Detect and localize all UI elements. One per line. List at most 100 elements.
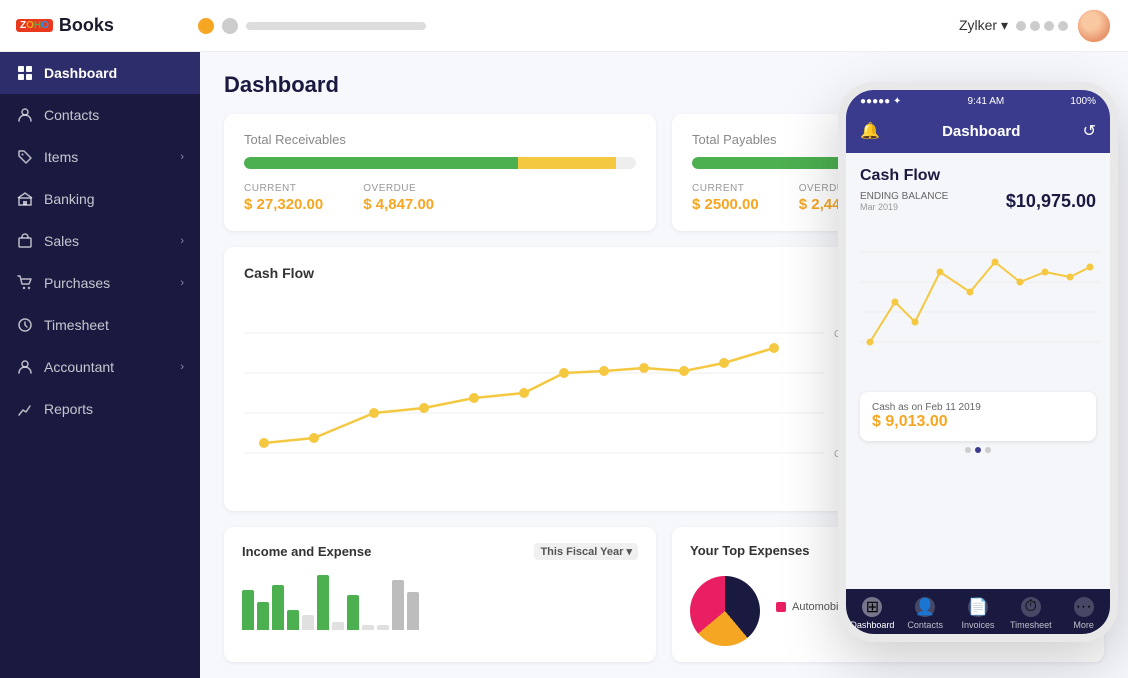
mobile-signal: ●●●●● ✦ <box>860 96 901 107</box>
mobile-pagination-dots <box>860 441 1096 459</box>
receivables-current-label: CURRENT <box>244 183 323 194</box>
logo-books: Books <box>59 15 114 36</box>
grid-icon <box>16 64 34 82</box>
user-dots <box>1016 21 1068 31</box>
mobile-bell-icon: 🔔 <box>860 121 880 141</box>
mobile-section-title: Cash Flow <box>860 167 1096 185</box>
sidebar-item-reports[interactable]: Reports <box>0 388 200 430</box>
user-name[interactable]: Zylker ▾ <box>959 17 1008 34</box>
dot-1 <box>965 447 971 453</box>
mobile-status-bar: ●●●●● ✦ 9:41 AM 100% <box>846 90 1110 113</box>
items-arrow: › <box>180 151 184 163</box>
clock-icon <box>16 316 34 334</box>
sidebar: Dashboard Contacts Items › <box>0 52 200 678</box>
mobile-chart <box>860 222 1096 382</box>
person-icon <box>16 106 34 124</box>
sidebar-item-dashboard[interactable]: Dashboard <box>0 52 200 94</box>
top-expenses-label: Your Top Expenses <box>690 543 809 558</box>
dot2 <box>1030 21 1040 31</box>
chart-icon <box>16 400 34 418</box>
sidebar-item-contacts[interactable]: Contacts <box>0 94 200 136</box>
bar-7 <box>332 622 344 630</box>
payables-current: CURRENT $ 2500.00 <box>692 183 759 213</box>
mobile-nav-dashboard[interactable]: ⊞ Dashboard <box>846 597 899 630</box>
receivables-green-bar <box>244 157 518 169</box>
logo: Z O H O Books <box>16 15 186 36</box>
sidebar-item-timesheet[interactable]: Timesheet <box>0 304 200 346</box>
sidebar-label-purchases: Purchases <box>44 275 110 291</box>
mobile-ending-value: $10,975.00 <box>1006 191 1096 212</box>
receivables-overdue-label: OVERDUE <box>363 183 434 194</box>
topbar-right: Zylker ▾ <box>959 8 1112 44</box>
sidebar-label-sales: Sales <box>44 233 79 249</box>
mobile-nav-timesheet[interactable]: ⏱ Timesheet <box>1004 597 1057 630</box>
payables-current-value: $ 2500.00 <box>692 196 759 213</box>
receivables-title: Total Receivables <box>244 132 636 147</box>
dot3 <box>1044 21 1054 31</box>
loader-dot-yellow <box>198 18 214 34</box>
loader-bar <box>246 22 426 30</box>
sidebar-item-banking[interactable]: Banking <box>0 178 200 220</box>
receivables-progress <box>244 157 636 169</box>
main-layout: Dashboard Contacts Items › <box>0 52 1128 678</box>
logo-o2: O <box>41 20 49 31</box>
bar-4 <box>287 610 299 630</box>
mobile-nav-dashboard-label: Dashboard <box>850 620 894 630</box>
mobile-time: 9:41 AM <box>968 96 1005 107</box>
receivables-current-value: $ 27,320.00 <box>244 196 323 213</box>
bank-icon <box>16 190 34 208</box>
logo-o1: O <box>26 20 34 31</box>
sidebar-label-reports: Reports <box>44 401 93 417</box>
topbar: Z O H O Books Zylker ▾ <box>0 0 1128 52</box>
mobile-nav-more[interactable]: ··· More <box>1057 597 1110 630</box>
mobile-nav-contacts[interactable]: 👤 Contacts <box>899 597 952 630</box>
mobile-overlay: ●●●●● ✦ 9:41 AM 100% 🔔 Dashboard ↺ Cash … <box>838 82 1118 642</box>
fiscal-filter[interactable]: This Fiscal Year ▾ <box>534 543 638 560</box>
mobile-nav-more-icon: ··· <box>1074 597 1094 617</box>
bar-11 <box>392 580 404 630</box>
mobile-ending-sub: Mar 2019 <box>860 202 948 212</box>
sidebar-label-accountant: Accountant <box>44 359 114 375</box>
mobile-nav-contacts-icon: 👤 <box>915 597 935 617</box>
legend-color-auto <box>776 602 786 612</box>
mobile-nav: ⊞ Dashboard 👤 Contacts 📄 Invoices ⏱ Time… <box>846 589 1110 634</box>
tag-icon <box>16 148 34 166</box>
mobile-nav-invoices[interactable]: 📄 Invoices <box>952 597 1005 630</box>
bar-8 <box>347 595 359 630</box>
income-expense-label: Income and Expense <box>242 544 371 559</box>
mobile-nav-timesheet-icon: ⏱ <box>1021 597 1041 617</box>
logo-zoho: Z O H O <box>16 19 53 32</box>
receivables-yellow-bar <box>518 157 616 169</box>
cart-icon <box>16 274 34 292</box>
sidebar-label-timesheet: Timesheet <box>44 317 109 333</box>
sidebar-label-contacts: Contacts <box>44 107 99 123</box>
dot4 <box>1058 21 1068 31</box>
bar-10 <box>377 625 389 630</box>
sidebar-label-items: Items <box>44 149 78 165</box>
bar-6 <box>317 575 329 630</box>
receivables-overdue-value: $ 4,847.00 <box>363 196 434 213</box>
sidebar-item-sales[interactable]: Sales › <box>0 220 200 262</box>
sidebar-item-purchases[interactable]: Purchases › <box>0 262 200 304</box>
bar-9 <box>362 625 374 630</box>
sidebar-label-dashboard: Dashboard <box>44 65 117 81</box>
mobile-cash-value: $ 9,013.00 <box>872 413 1084 431</box>
purchases-arrow: › <box>180 277 184 289</box>
income-expense-chart <box>242 570 638 630</box>
income-expense-card: Income and Expense This Fiscal Year ▾ <box>224 527 656 662</box>
mobile-nav-timesheet-label: Timesheet <box>1010 620 1052 630</box>
bar-1 <box>242 590 254 630</box>
mobile-ending-info: ENDING BALANCE Mar 2019 <box>860 191 948 212</box>
accountant-icon <box>16 358 34 376</box>
receivables-card: Total Receivables CURRENT $ 27,320.00 OV… <box>224 114 656 231</box>
sidebar-label-banking: Banking <box>44 191 95 207</box>
avatar[interactable] <box>1076 8 1112 44</box>
sidebar-item-accountant[interactable]: Accountant › <box>0 346 200 388</box>
mobile-ending-label: ENDING BALANCE <box>860 191 948 202</box>
receivables-current: CURRENT $ 27,320.00 <box>244 183 323 213</box>
dot1 <box>1016 21 1026 31</box>
receivables-overdue: OVERDUE $ 4,847.00 <box>363 183 434 213</box>
dot-2 <box>975 447 981 453</box>
sidebar-item-items[interactable]: Items › <box>0 136 200 178</box>
mobile-refresh-icon: ↺ <box>1083 121 1096 141</box>
